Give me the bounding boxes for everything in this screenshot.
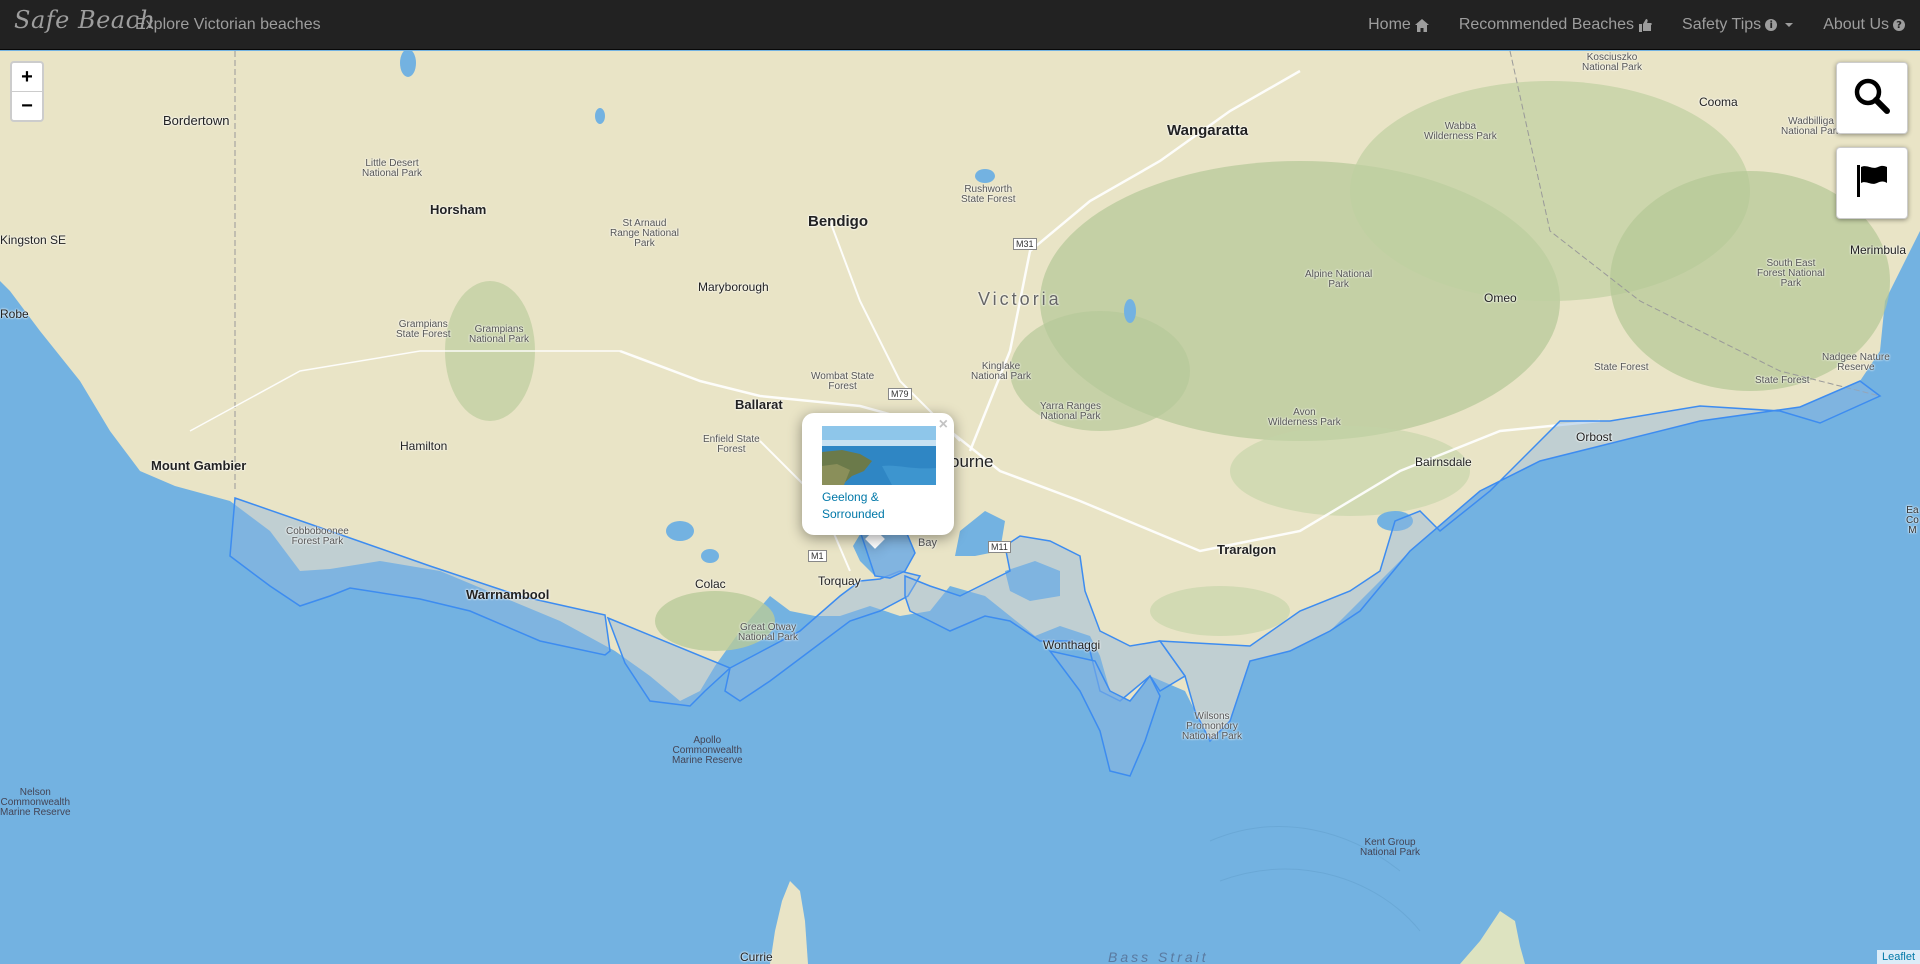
nav-safety-dropdown[interactable]: Safety Tips i — [1667, 0, 1808, 50]
label-bendigo: Bendigo — [808, 213, 868, 230]
label-colac: Colac — [695, 577, 726, 591]
home-icon — [1414, 18, 1429, 32]
top-navbar: Safe Beach Explore Victorian beaches Hom… — [0, 0, 1920, 50]
label-torquay: Torquay — [818, 574, 861, 588]
brand-tagline: Explore Victorian beaches — [135, 16, 321, 33]
popup-title-link[interactable]: Geelong & Sorrounded — [822, 489, 932, 523]
zoom-out-button[interactable]: − — [12, 92, 42, 120]
label-victoria: Victoria — [978, 289, 1062, 309]
label-otway: Great Otway National Park — [738, 622, 799, 643]
caret-down-icon — [1785, 23, 1794, 27]
flag-button[interactable] — [1836, 147, 1908, 219]
popup-beach-image[interactable] — [822, 426, 936, 485]
label-horsham: Horsham — [430, 202, 487, 217]
shield-m1: M1 — [808, 550, 827, 562]
label-cooma: Cooma — [1699, 95, 1738, 109]
label-bay: Bay — [918, 537, 937, 549]
nav-recommended-label: Recommended Beaches — [1458, 16, 1635, 33]
label-wadbilliga: Wadbilliga National Park — [1781, 116, 1842, 137]
question-icon: ? — [1893, 19, 1905, 31]
label-nelson: Nelson Commonwealth Marine Reserve — [0, 787, 71, 818]
label-kinglake: Kinglake National Park — [971, 361, 1032, 382]
label-warrnambool: Warrnambool — [466, 587, 550, 602]
label-grampians-np: Grampians National Park — [469, 324, 530, 345]
label-state-forest-1: State Forest — [1594, 362, 1649, 373]
label-bairnsdale: Bairnsdale — [1415, 455, 1472, 469]
label-little-desert: Little Desert National Park — [362, 158, 423, 179]
nav-about[interactable]: About Us ? — [1808, 0, 1920, 50]
nav-home-label: Home — [1368, 16, 1411, 33]
zoom-control: + − — [10, 61, 44, 122]
label-traralgon: Traralgon — [1217, 542, 1277, 557]
popup-close-button[interactable]: × — [939, 416, 948, 434]
nav-recommended[interactable]: Recommended Beaches — [1444, 0, 1667, 50]
nav-home[interactable]: Home — [1353, 0, 1444, 50]
label-east-edge: Ea Co M — [1906, 505, 1919, 536]
map-canvas[interactable]: Bordertown Little Desert National Park H… — [0, 51, 1920, 964]
label-nadgee: Nadgee Nature Reserve — [1822, 352, 1890, 373]
nav-about-label: About Us — [1823, 16, 1889, 33]
search-icon — [1853, 77, 1891, 120]
label-melbourne: ourne — [950, 452, 994, 471]
label-yarra: Yarra Ranges National Park — [1040, 401, 1101, 422]
nav-safety-label: Safety Tips — [1682, 16, 1762, 33]
label-bass-strait: Bass Strait — [1108, 949, 1209, 964]
label-omeo: Omeo — [1484, 291, 1517, 305]
map-attribution[interactable]: Leaflet — [1876, 950, 1920, 964]
label-rushworth: Rushworth State Forest — [961, 184, 1016, 205]
label-mount-gambier: Mount Gambier — [151, 458, 247, 473]
map-basemap — [0, 51, 1920, 964]
thumbs-up-icon — [1638, 18, 1652, 32]
zoom-in-button[interactable]: + — [12, 63, 42, 92]
label-state-forest-2: State Forest — [1755, 375, 1810, 386]
label-kosciuszko: Kosciuszko National Park — [1582, 52, 1643, 73]
label-avon: Avon Wilderness Park — [1268, 407, 1341, 428]
map-popup: × Geelong & Sorrounded — [802, 413, 954, 535]
shield-m79: M79 — [888, 388, 912, 400]
label-apollo: Apollo Commonwealth Marine Reserve — [672, 735, 743, 766]
label-wilsons: Wilsons Promontory National Park — [1182, 711, 1243, 742]
nav-menu: Home Recommended Beaches Safety Tips i A… — [1353, 0, 1920, 50]
label-alpine: Alpine National Park — [1305, 269, 1373, 290]
label-ballarat: Ballarat — [735, 397, 783, 412]
label-wangaratta: Wangaratta — [1167, 122, 1249, 139]
label-grampians-sf: Grampians State Forest — [396, 319, 451, 340]
label-kent: Kent Group National Park — [1360, 837, 1421, 858]
label-st-arnaud: St Arnaud Range National Park — [610, 218, 679, 249]
label-wabba: Wabba Wilderness Park — [1424, 121, 1497, 142]
search-button[interactable] — [1836, 62, 1908, 134]
label-orbost: Orbost — [1576, 430, 1613, 444]
label-maryborough: Maryborough — [698, 280, 769, 294]
flag-icon — [1854, 163, 1890, 204]
label-currie: Currie — [740, 950, 773, 964]
label-merimbula: Merimbula — [1850, 243, 1907, 257]
label-enfield: Enfield State Forest — [703, 434, 760, 455]
label-bordertown: Bordertown — [163, 113, 230, 128]
label-wonthaggi: Wonthaggi — [1043, 638, 1101, 652]
shield-m31: M31 — [1013, 238, 1037, 250]
label-hamilton: Hamilton — [400, 439, 448, 453]
label-kingston: Kingston SE — [0, 233, 67, 247]
label-cobboboonee: Cobboboonee Forest Park — [286, 526, 349, 547]
label-wombat: Wombat State Forest — [811, 371, 875, 392]
label-robe: Robe — [0, 307, 29, 321]
label-south-east-forest: South East Forest National Park — [1757, 258, 1825, 289]
info-icon: i — [1765, 19, 1778, 31]
shield-m11: M11 — [988, 541, 1011, 553]
